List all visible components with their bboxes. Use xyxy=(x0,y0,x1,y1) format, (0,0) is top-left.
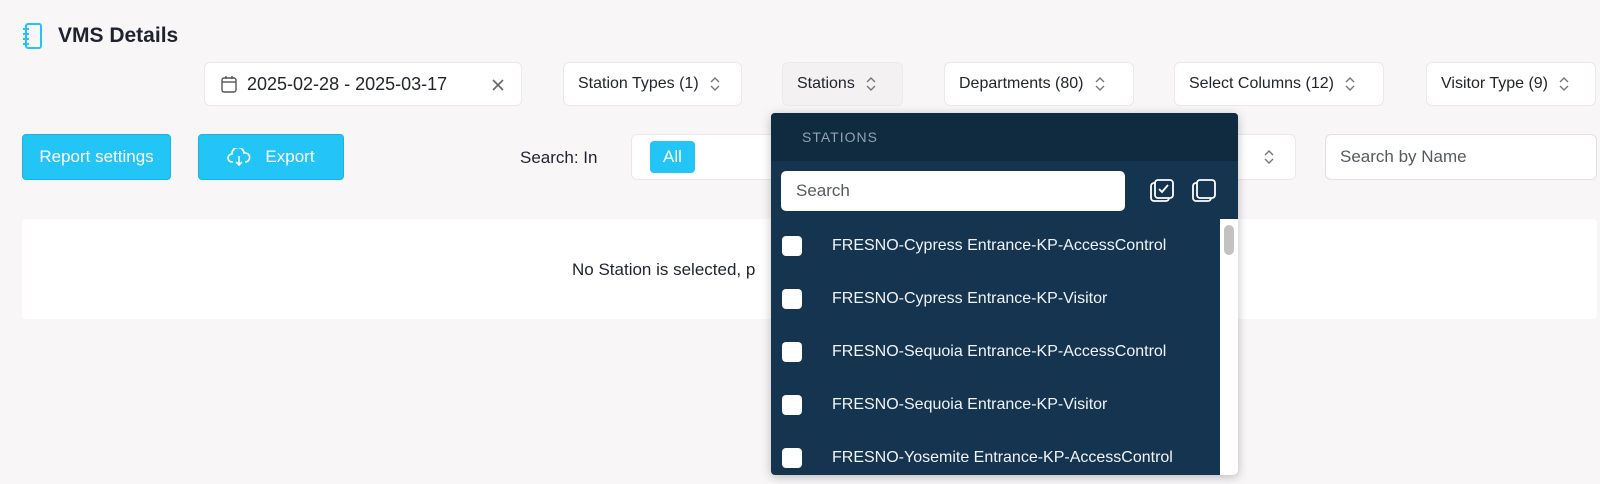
select-columns-filter[interactable]: Select Columns (12) xyxy=(1174,62,1384,106)
station-checkbox[interactable] xyxy=(782,235,802,256)
station-list-item[interactable]: FRESNO-Sequoia Entrance-KP-Visitor xyxy=(771,378,1238,431)
station-list-item[interactable]: FRESNO-Sequoia Entrance-KP-AccessControl xyxy=(771,325,1238,378)
search-by-name-input[interactable] xyxy=(1325,134,1597,180)
visitor-type-label: Visitor Type (9) xyxy=(1441,75,1549,92)
vms-details-page: VMS Details 2025-02-28 - 2025-03-17 Stat… xyxy=(0,0,1600,484)
station-types-label: Station Types (1) xyxy=(578,75,699,92)
search-scope-tag-all[interactable]: All xyxy=(650,141,695,173)
stations-dropdown: STATIONS FRESNO-Cypress Entrance-KP-Acce… xyxy=(771,113,1238,475)
station-label: FRESNO-Sequoia Entrance-KP-Visitor xyxy=(832,395,1108,413)
station-checkbox[interactable] xyxy=(782,288,802,309)
departments-label: Departments (80) xyxy=(959,75,1084,92)
deselect-all-icon[interactable] xyxy=(1192,179,1216,203)
date-range-picker[interactable]: 2025-02-28 - 2025-03-17 xyxy=(204,62,522,106)
calendar-icon xyxy=(221,75,237,93)
station-list-item[interactable]: FRESNO-Cypress Entrance-KP-AccessControl xyxy=(771,219,1238,272)
clear-date-icon[interactable] xyxy=(491,76,505,91)
station-label: FRESNO-Yosemite Entrance-KP-AccessContro… xyxy=(832,448,1173,466)
station-label: FRESNO-Cypress Entrance-KP-Visitor xyxy=(832,289,1108,307)
stations-scrollbar-track[interactable] xyxy=(1220,219,1238,475)
sort-chevrons-icon xyxy=(1263,148,1275,166)
station-list-item[interactable]: FRESNO-Cypress Entrance-KP-Visitor xyxy=(771,272,1238,325)
departments-filter[interactable]: Departments (80) xyxy=(944,62,1134,106)
station-checkbox[interactable] xyxy=(782,341,802,362)
export-label: Export xyxy=(265,147,315,166)
stations-search-input[interactable] xyxy=(781,171,1125,211)
station-checkbox[interactable] xyxy=(782,447,802,468)
stations-list: FRESNO-Cypress Entrance-KP-AccessControl… xyxy=(771,219,1238,475)
notebook-icon xyxy=(22,22,44,50)
station-label: FRESNO-Sequoia Entrance-KP-AccessControl xyxy=(832,342,1167,360)
select-all-icon[interactable] xyxy=(1150,179,1174,203)
export-button[interactable]: Export xyxy=(198,134,344,180)
report-settings-button[interactable]: Report settings xyxy=(22,134,171,180)
sort-chevrons-icon xyxy=(1344,75,1356,93)
visitor-type-filter[interactable]: Visitor Type (9) xyxy=(1426,62,1596,106)
cloud-download-icon xyxy=(227,146,251,167)
station-label: FRESNO-Cypress Entrance-KP-AccessControl xyxy=(832,236,1167,254)
stations-filter[interactable]: Stations xyxy=(782,62,903,106)
sort-chevrons-icon xyxy=(865,75,877,93)
sort-chevrons-icon xyxy=(709,75,721,93)
station-checkbox[interactable] xyxy=(782,394,802,415)
station-list-item[interactable]: FRESNO-Yosemite Entrance-KP-AccessContro… xyxy=(771,431,1238,475)
stations-scrollbar-thumb[interactable] xyxy=(1224,225,1234,255)
station-types-filter[interactable]: Station Types (1) xyxy=(563,62,742,106)
empty-state-message: No Station is selected, p xyxy=(572,260,756,279)
sort-chevrons-icon xyxy=(1094,75,1106,93)
sort-chevrons-icon xyxy=(1558,75,1570,93)
page-header: VMS Details xyxy=(22,22,178,50)
stations-dropdown-header: STATIONS xyxy=(771,113,1238,161)
search-in-label: Search: In xyxy=(520,148,598,167)
select-columns-label: Select Columns (12) xyxy=(1189,75,1334,92)
stations-label: Stations xyxy=(797,75,855,92)
page-title: VMS Details xyxy=(58,24,179,47)
report-settings-label: Report settings xyxy=(39,147,154,166)
date-range-value: 2025-02-28 - 2025-03-17 xyxy=(247,73,448,94)
